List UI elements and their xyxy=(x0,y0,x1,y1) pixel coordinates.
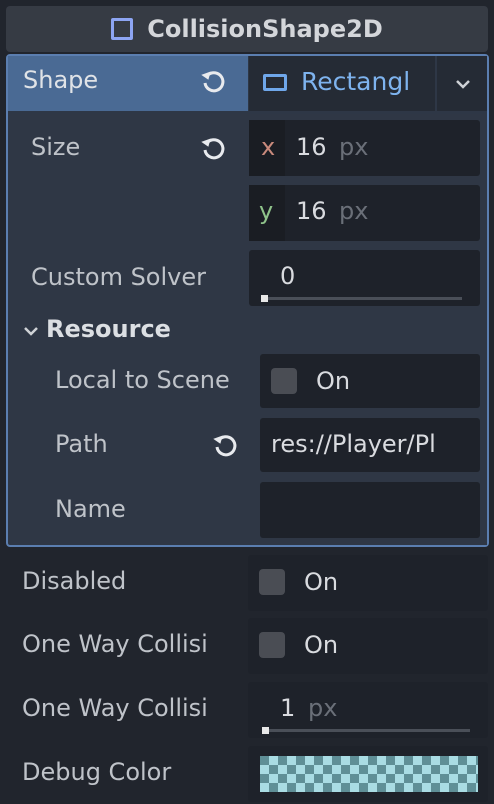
local-to-scene-value: On xyxy=(316,367,351,395)
size-y-value: 16 xyxy=(296,197,327,225)
x-axis-label: x xyxy=(261,133,276,161)
resource-section-label: Resource xyxy=(46,315,171,343)
disabled-checkbox[interactable]: On xyxy=(248,555,488,611)
path-input[interactable]: res://Player/Pl xyxy=(260,418,480,472)
checkbox-icon xyxy=(259,632,285,658)
node-title: CollisionShape2D xyxy=(147,15,383,43)
one-way-margin-slider[interactable]: 1 px xyxy=(248,682,488,738)
size-y-field[interactable]: y 16 px xyxy=(249,185,480,241)
path-reset-icon[interactable] xyxy=(212,433,240,459)
disabled-value: On xyxy=(304,568,339,596)
path-label: Path xyxy=(55,430,108,458)
path-value: res://Player/Pl xyxy=(271,430,436,458)
slider-grabber[interactable] xyxy=(261,295,268,302)
shape-label: Shape xyxy=(23,66,99,94)
chevron-down-icon xyxy=(24,327,38,336)
one-way-margin-label: One Way Collisi xyxy=(22,694,208,722)
slider-grabber[interactable] xyxy=(262,727,269,734)
local-to-scene-checkbox[interactable]: On xyxy=(260,354,480,408)
custom-solver-label: Custom Solver xyxy=(31,263,206,291)
size-label: Size xyxy=(31,133,81,161)
disabled-label: Disabled xyxy=(22,567,127,595)
custom-solver-slider[interactable]: 0 xyxy=(249,250,480,306)
one-way-margin-value: 1 xyxy=(280,694,296,722)
rectangle-shape-icon xyxy=(263,74,287,91)
one-way-collision-label: One Way Collisi xyxy=(22,630,208,658)
y-axis-label: y xyxy=(259,197,274,225)
size-x-value: 16 xyxy=(296,133,327,161)
debug-color-picker[interactable] xyxy=(248,746,488,802)
size-y-unit: px xyxy=(339,197,369,225)
size-x-unit: px xyxy=(339,133,369,161)
debug-color-label: Debug Color xyxy=(22,758,172,786)
custom-solver-value: 0 xyxy=(280,262,296,290)
shape-reset-icon[interactable] xyxy=(200,69,228,95)
name-label: Name xyxy=(55,495,126,523)
checkbox-icon xyxy=(271,368,297,394)
node-title-bar: CollisionShape2D xyxy=(6,6,488,52)
size-reset-icon[interactable] xyxy=(200,136,228,162)
resource-section-header[interactable]: Resource xyxy=(21,315,221,347)
local-to-scene-label: Local to Scene xyxy=(55,366,230,394)
slider-track xyxy=(262,729,470,732)
one-way-collision-value: On xyxy=(304,631,339,659)
size-x-field[interactable]: x 16 px xyxy=(249,120,480,176)
slider-track xyxy=(261,297,462,300)
one-way-margin-unit: px xyxy=(308,694,338,722)
name-input[interactable] xyxy=(260,482,480,538)
shape-value: Rectangl xyxy=(301,67,411,96)
one-way-collision-checkbox[interactable]: On xyxy=(248,618,488,674)
checkbox-icon xyxy=(259,569,285,595)
collision-shape-icon xyxy=(111,18,134,40)
shape-dropdown-button[interactable] xyxy=(437,56,487,111)
chevron-down-icon xyxy=(456,80,470,89)
color-swatch xyxy=(260,756,478,792)
shape-resource-picker[interactable]: Rectangl xyxy=(249,56,435,111)
